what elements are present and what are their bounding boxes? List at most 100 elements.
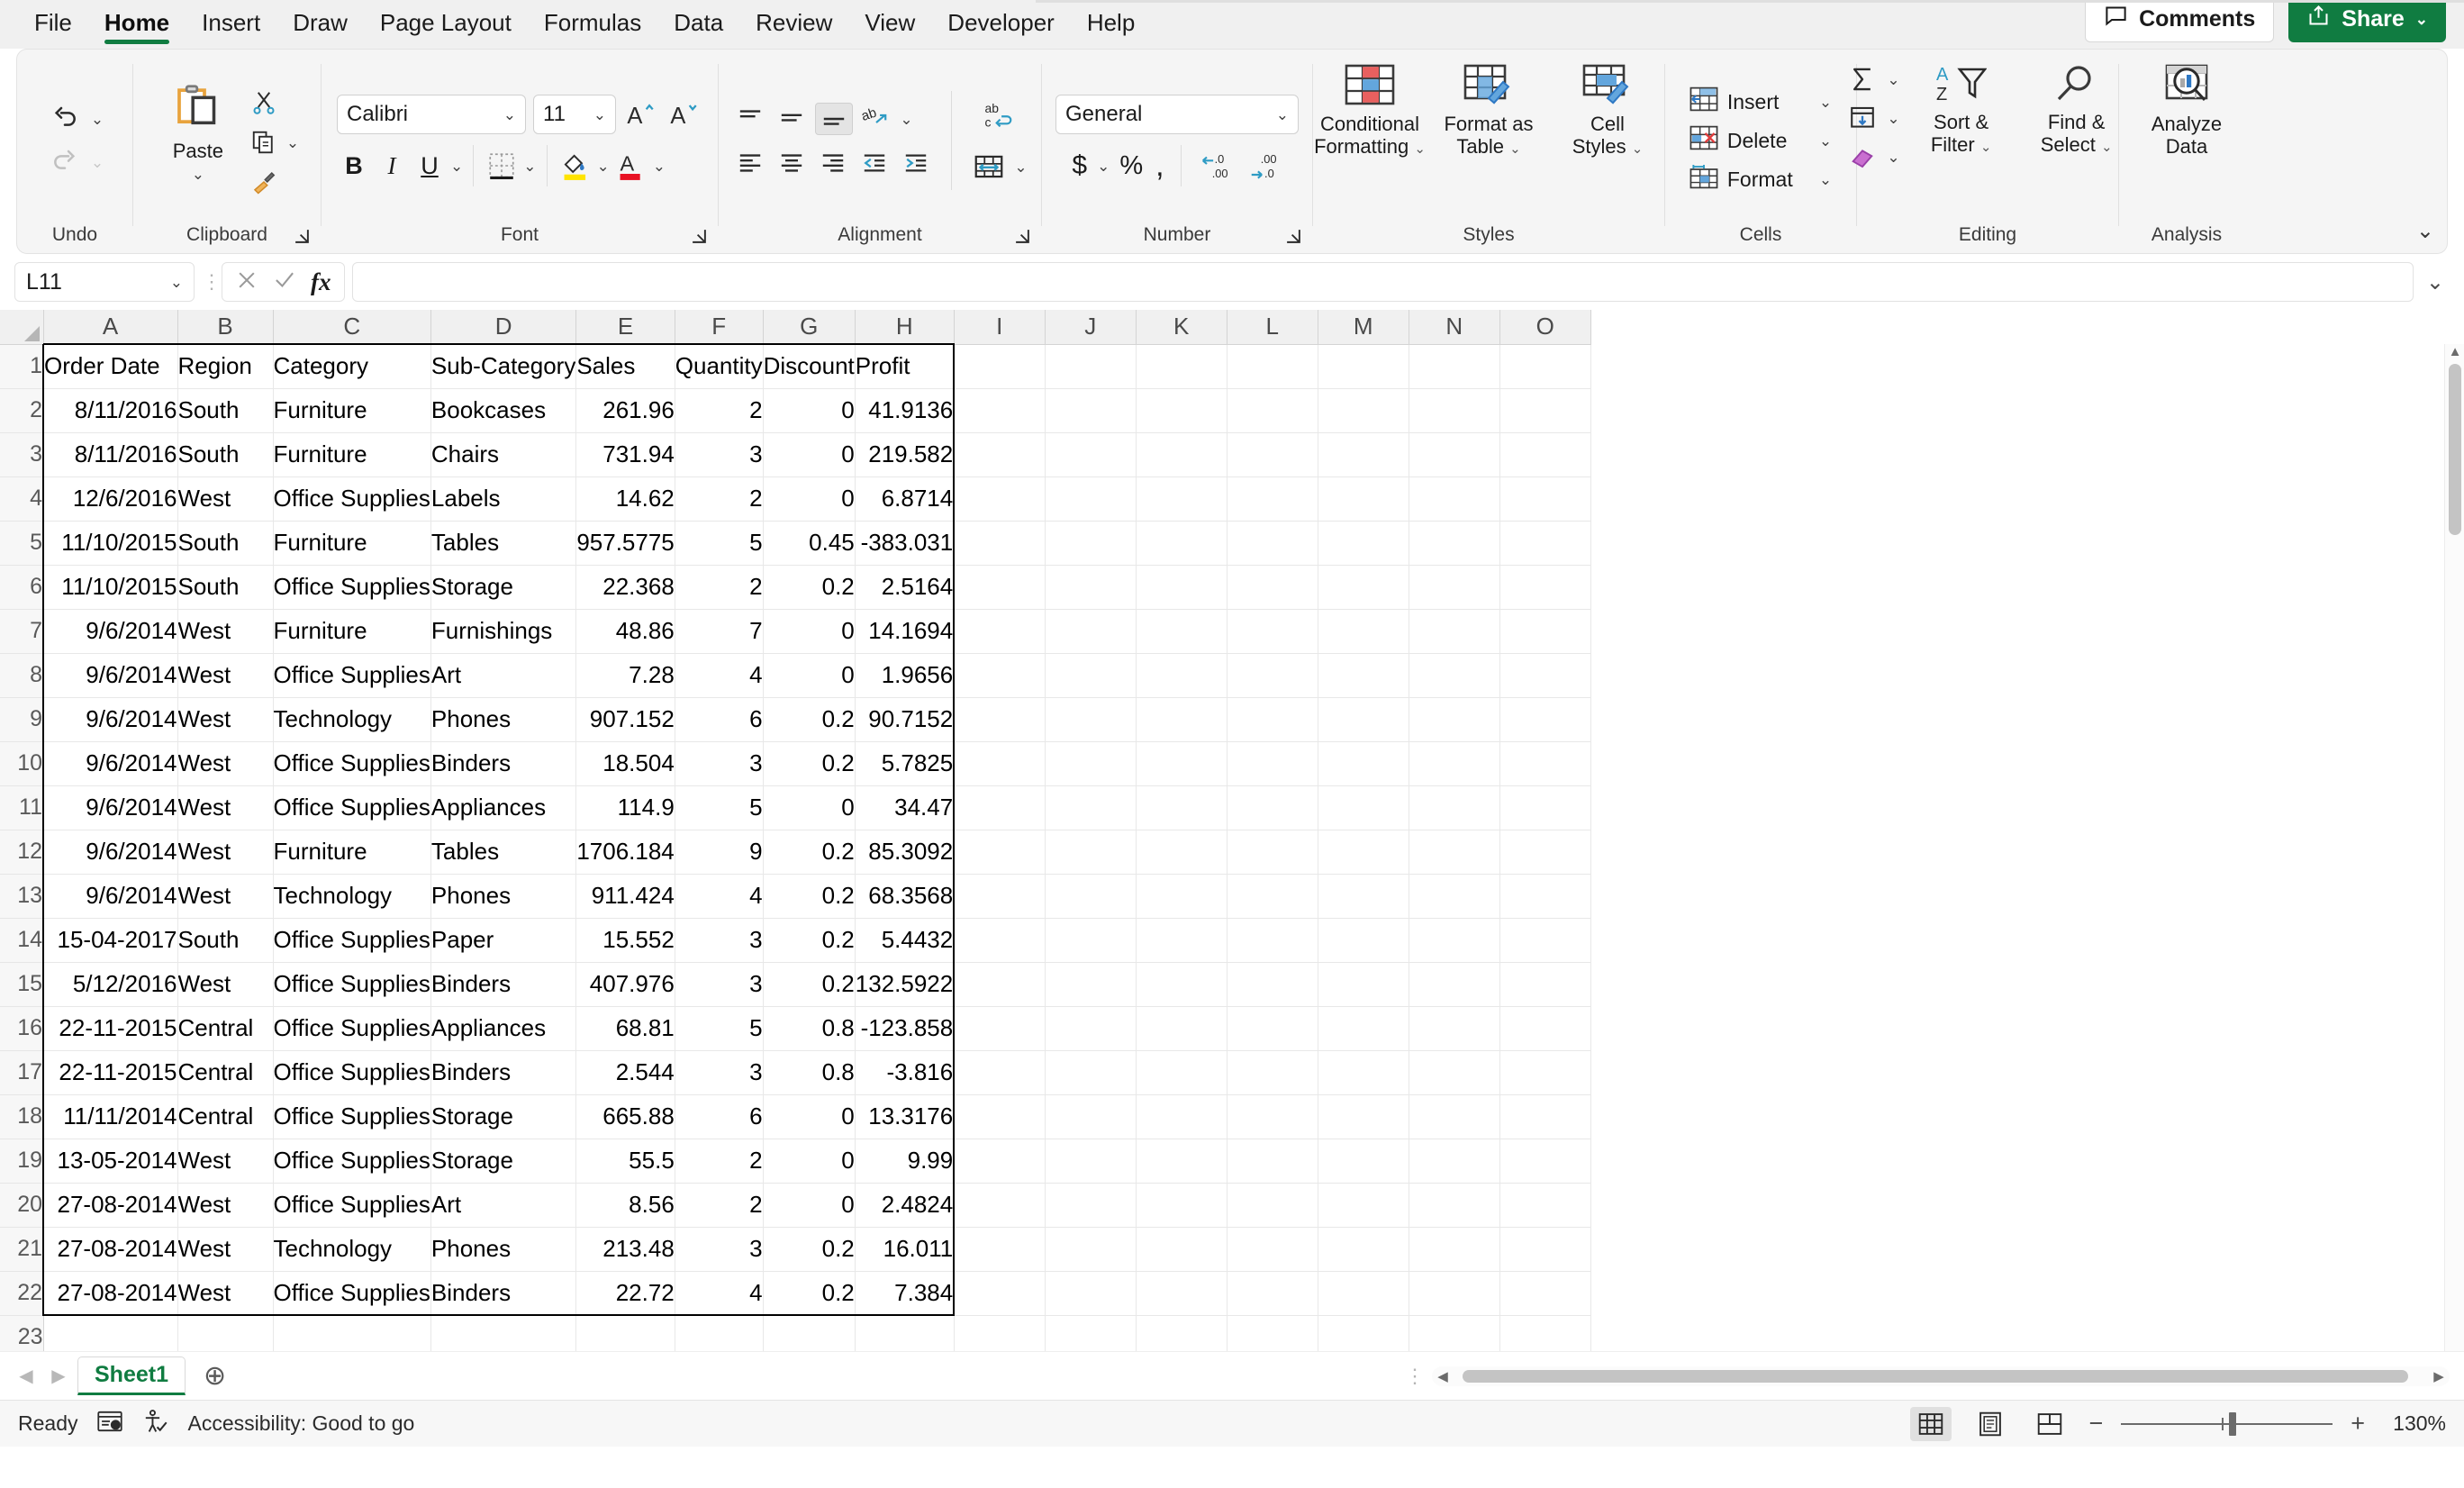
cell-A7[interactable]: 9/6/2014 — [43, 609, 177, 653]
cell-D1[interactable]: Sub-Category — [430, 344, 575, 388]
cell-D13[interactable]: Phones — [430, 874, 575, 918]
cell-C15[interactable]: Office Supplies — [273, 962, 430, 1006]
enter-icon[interactable] — [273, 268, 296, 296]
cell-O18[interactable] — [1499, 1094, 1590, 1139]
row-header-18[interactable]: 18 — [0, 1094, 43, 1139]
cell-E9[interactable]: 907.152 — [576, 697, 675, 741]
cell-C7[interactable]: Furniture — [273, 609, 430, 653]
scroll-grip[interactable]: ⋮ — [1405, 1368, 1425, 1384]
row-header-16[interactable]: 16 — [0, 1006, 43, 1050]
cell-D22[interactable]: Binders — [430, 1271, 575, 1315]
cell-F7[interactable]: 7 — [675, 609, 763, 653]
cell-A4[interactable]: 12/6/2016 — [43, 476, 177, 521]
undo-dropdown-icon[interactable]: ⌄ — [91, 112, 104, 127]
cell-H18[interactable]: 13.3176 — [855, 1094, 954, 1139]
cell-L17[interactable] — [1227, 1050, 1318, 1094]
page-layout-view-button[interactable] — [1970, 1407, 2011, 1441]
cell-J11[interactable] — [1045, 785, 1136, 830]
cell-O10[interactable] — [1499, 741, 1590, 785]
row-header-9[interactable]: 9 — [0, 697, 43, 741]
analyze-data-button[interactable]: Analyze Data — [2132, 64, 2242, 158]
cell-K11[interactable] — [1136, 785, 1227, 830]
cell-F20[interactable]: 2 — [675, 1183, 763, 1227]
cell-J20[interactable] — [1045, 1183, 1136, 1227]
font-color-dropdown-icon[interactable]: ⌄ — [653, 159, 666, 174]
decrease-decimal-icon[interactable]: .00 .0 — [1244, 148, 1285, 184]
cell-N8[interactable] — [1409, 653, 1499, 697]
find-select-button[interactable]: Find & Select ⌄ — [2023, 64, 2131, 156]
cell-K21[interactable] — [1136, 1227, 1227, 1271]
cell-I15[interactable] — [954, 962, 1045, 1006]
cell-F22[interactable]: 4 — [675, 1271, 763, 1315]
cell-N7[interactable] — [1409, 609, 1499, 653]
cell-C12[interactable]: Furniture — [273, 830, 430, 874]
cell-B12[interactable]: West — [177, 830, 273, 874]
cell-D10[interactable]: Binders — [430, 741, 575, 785]
cell-J3[interactable] — [1045, 432, 1136, 476]
cell-H22[interactable]: 7.384 — [855, 1271, 954, 1315]
cell-I5[interactable] — [954, 521, 1045, 565]
cell-C10[interactable]: Office Supplies — [273, 741, 430, 785]
cell-E12[interactable]: 1706.184 — [576, 830, 675, 874]
row-header-5[interactable]: 5 — [0, 521, 43, 565]
row-header-14[interactable]: 14 — [0, 918, 43, 962]
cell-B11[interactable]: West — [177, 785, 273, 830]
fill-dropdown-icon[interactable]: ⌄ — [1887, 111, 1899, 126]
cell-L5[interactable] — [1227, 521, 1318, 565]
cell-J14[interactable] — [1045, 918, 1136, 962]
cell-M22[interactable] — [1318, 1271, 1409, 1315]
cell-G15[interactable]: 0.2 — [763, 962, 855, 1006]
cell-A21[interactable]: 27-08-2014 — [43, 1227, 177, 1271]
page-break-preview-button[interactable] — [2029, 1407, 2070, 1441]
cell-C22[interactable]: Office Supplies — [273, 1271, 430, 1315]
cell-N5[interactable] — [1409, 521, 1499, 565]
formula-input[interactable] — [352, 262, 2414, 302]
cell-I1[interactable] — [954, 344, 1045, 388]
cell-C4[interactable]: Office Supplies — [273, 476, 430, 521]
cell-L22[interactable] — [1227, 1271, 1318, 1315]
cell-O12[interactable] — [1499, 830, 1590, 874]
cell-H13[interactable]: 68.3568 — [855, 874, 954, 918]
row-header-3[interactable]: 3 — [0, 432, 43, 476]
cell-C8[interactable]: Office Supplies — [273, 653, 430, 697]
cell-E1[interactable]: Sales — [576, 344, 675, 388]
cell-M4[interactable] — [1318, 476, 1409, 521]
cell-H5[interactable]: -383.031 — [855, 521, 954, 565]
cell-F1[interactable]: Quantity — [675, 344, 763, 388]
cell-B20[interactable]: West — [177, 1183, 273, 1227]
cell-K2[interactable] — [1136, 388, 1227, 432]
cell-H17[interactable]: -3.816 — [855, 1050, 954, 1094]
cell-A1[interactable]: Order Date — [43, 344, 177, 388]
insert-dropdown-icon[interactable]: ⌄ — [1819, 95, 1832, 110]
add-sheet-icon[interactable]: ⊕ — [204, 1360, 226, 1392]
cell-O8[interactable] — [1499, 653, 1590, 697]
cell-I23[interactable] — [954, 1315, 1045, 1351]
cell-O14[interactable] — [1499, 918, 1590, 962]
underline-button[interactable]: U — [412, 150, 447, 183]
cell-I4[interactable] — [954, 476, 1045, 521]
cell-D6[interactable]: Storage — [430, 565, 575, 609]
cell-styles-button[interactable]: Cell Styles ⌄ — [1550, 64, 1665, 158]
cell-O5[interactable] — [1499, 521, 1590, 565]
cell-B16[interactable]: Central — [177, 1006, 273, 1050]
cell-N18[interactable] — [1409, 1094, 1499, 1139]
cell-L2[interactable] — [1227, 388, 1318, 432]
cell-N15[interactable] — [1409, 962, 1499, 1006]
cell-H20[interactable]: 2.4824 — [855, 1183, 954, 1227]
recording-icon[interactable] — [97, 1410, 122, 1438]
bold-button[interactable]: B — [337, 150, 371, 183]
cell-N12[interactable] — [1409, 830, 1499, 874]
cell-G10[interactable]: 0.2 — [763, 741, 855, 785]
cell-B13[interactable]: West — [177, 874, 273, 918]
cell-E10[interactable]: 18.504 — [576, 741, 675, 785]
cell-C9[interactable]: Technology — [273, 697, 430, 741]
cell-O11[interactable] — [1499, 785, 1590, 830]
cell-K18[interactable] — [1136, 1094, 1227, 1139]
cell-G17[interactable]: 0.8 — [763, 1050, 855, 1094]
cell-L21[interactable] — [1227, 1227, 1318, 1271]
cell-A6[interactable]: 11/10/2015 — [43, 565, 177, 609]
cell-J10[interactable] — [1045, 741, 1136, 785]
cell-N21[interactable] — [1409, 1227, 1499, 1271]
cell-M16[interactable] — [1318, 1006, 1409, 1050]
cell-E17[interactable]: 2.544 — [576, 1050, 675, 1094]
